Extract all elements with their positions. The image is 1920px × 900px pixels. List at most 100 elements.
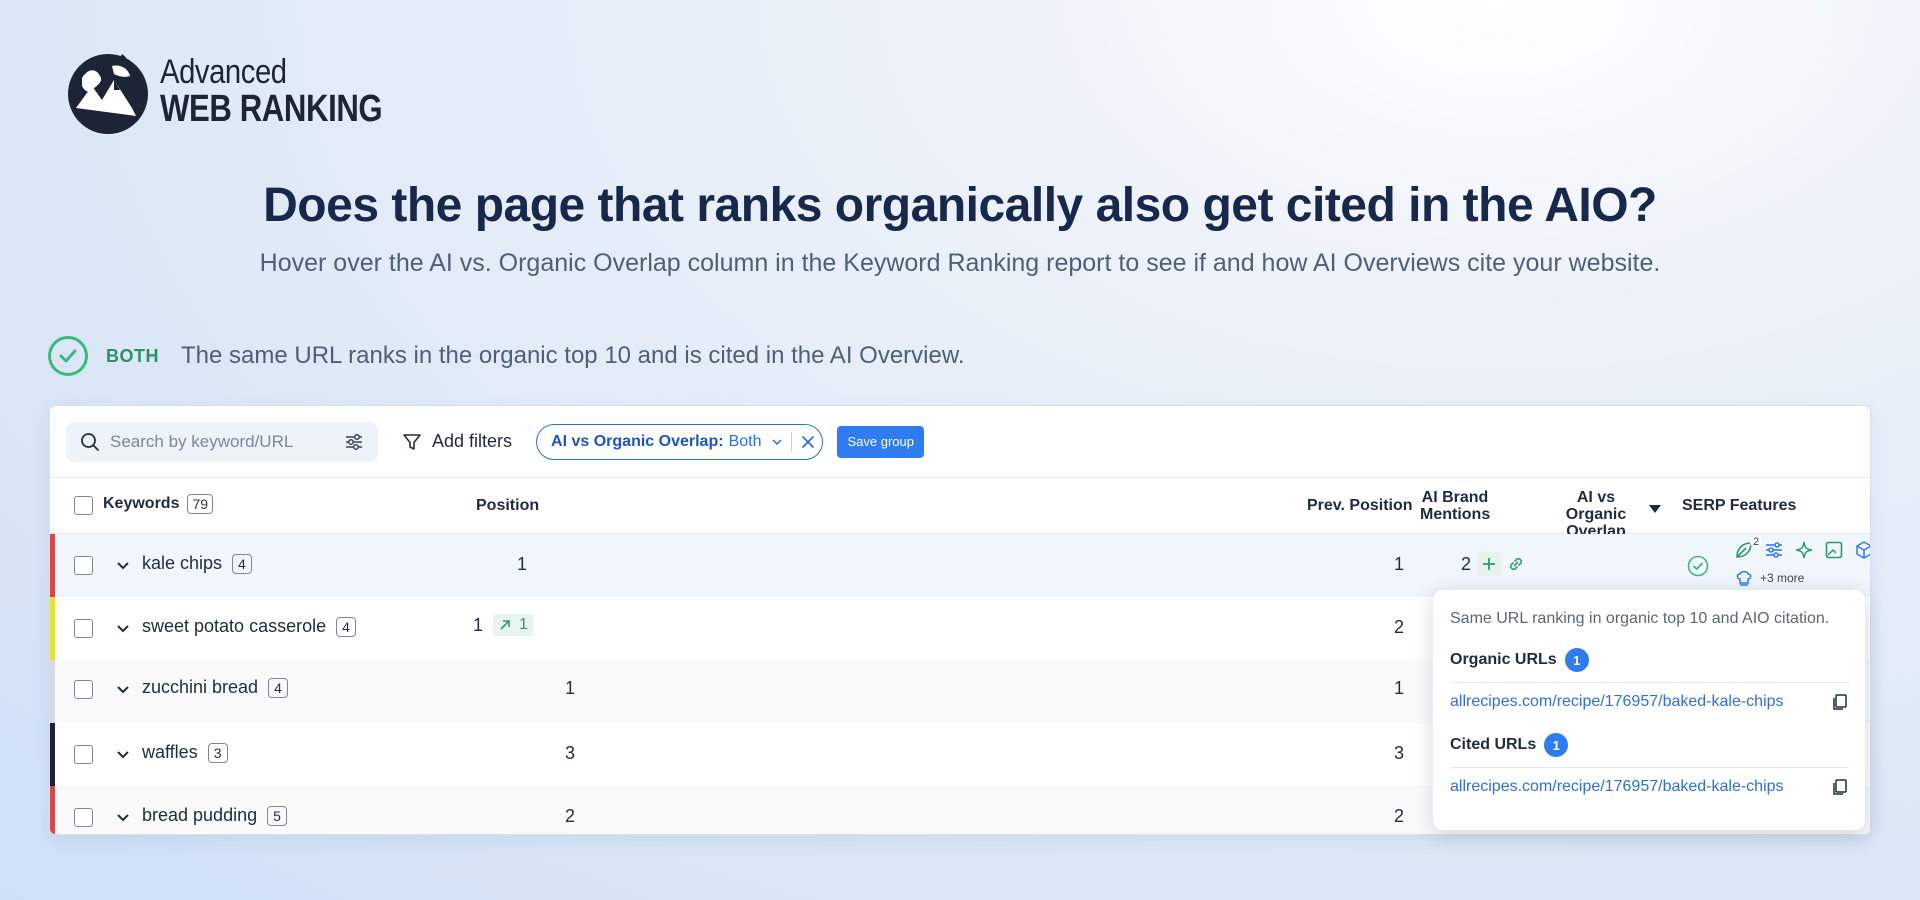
header-ai-brand-line2: Mentions <box>1420 506 1491 523</box>
check-circle-icon <box>48 336 88 376</box>
cited-urls-label: Cited URLs <box>1450 736 1537 753</box>
serp-more-label: +3 more <box>1760 571 1805 585</box>
header-keywords[interactable]: Keywords <box>103 495 179 513</box>
copy-icon[interactable] <box>1831 778 1849 796</box>
header-prev-position[interactable]: Prev. Position <box>1307 497 1413 515</box>
position-value: 1 <box>565 678 576 698</box>
keyword-cell[interactable]: waffles 3 <box>142 742 228 763</box>
row-color-stripe <box>50 786 55 834</box>
prev-position-value: 2 <box>1394 806 1405 826</box>
keyword-label: zucchini bread <box>142 677 259 697</box>
plus-icon[interactable] <box>1477 552 1502 576</box>
adjustments-icon[interactable] <box>1764 540 1784 560</box>
add-filters-label: Add filters <box>432 431 513 451</box>
chevron-down-icon[interactable] <box>771 436 783 448</box>
keyword-count-badge: 3 <box>207 742 228 763</box>
globe-logo-icon <box>68 54 148 134</box>
header-serp-features[interactable]: SERP Features <box>1682 497 1796 515</box>
position-cell: 1 1 <box>473 614 534 636</box>
header-overlap-line1: AI vs Organic <box>1565 489 1627 523</box>
row-color-stripe <box>50 597 55 660</box>
keyword-cell[interactable]: kale chips 4 <box>142 553 252 574</box>
sort-desc-icon[interactable] <box>1649 500 1661 518</box>
header-ai-vs-organic[interactable]: AI vs Organic Overlap <box>1546 489 1646 540</box>
expand-chevron-icon[interactable] <box>116 556 130 577</box>
keyword-count-badge: 4 <box>268 677 288 698</box>
search-input[interactable]: Search by keyword/URL <box>66 421 378 462</box>
expand-chevron-icon[interactable] <box>116 745 130 766</box>
row-checkbox[interactable] <box>74 745 93 764</box>
position-change-badge: 1 <box>493 614 534 636</box>
cited-url-row: allrecipes.com/recipe/176957/baked-kale-… <box>1450 767 1849 796</box>
close-icon[interactable] <box>800 434 816 450</box>
expand-chevron-icon[interactable] <box>116 808 130 829</box>
copy-icon[interactable] <box>1831 693 1849 711</box>
header-ai-brand-line1: AI Brand <box>1421 489 1489 506</box>
legend-tag: BOTH <box>106 345 159 366</box>
prev-position-value: 3 <box>1394 743 1405 763</box>
row-color-stripe <box>50 660 55 723</box>
keyword-label: waffles <box>142 742 198 762</box>
cited-urls-count: 1 <box>1544 733 1569 757</box>
row-checkbox[interactable] <box>74 680 93 699</box>
ai-brand-mentions-cell[interactable]: 2 <box>1461 552 1525 576</box>
image-pack-icon[interactable] <box>1824 540 1844 560</box>
position-value: 1 <box>517 554 528 574</box>
overlap-filter-chip[interactable]: AI vs Organic Overlap: Both <box>536 423 824 460</box>
keyword-cell[interactable]: sweet potato casserole 4 <box>142 616 356 637</box>
brand-line-1: Advanced <box>160 52 287 91</box>
toolbar: Search by keyword/URL Add filters AI vs … <box>50 406 1870 478</box>
brand-logo: Advanced WEB RANKING <box>62 46 431 136</box>
keyword-count-badge: 4 <box>336 616 356 637</box>
chef-hat-icon[interactable] <box>1734 568 1754 588</box>
table-header: Keywords 79 Position Prev. Position AI B… <box>50 478 1870 540</box>
tooltip-description: Same URL ranking in organic top 10 and A… <box>1450 610 1830 627</box>
search-icon <box>81 432 99 451</box>
sparkle-icon[interactable] <box>1794 540 1814 560</box>
organic-url-row: allrecipes.com/recipe/176957/baked-kale-… <box>1450 682 1849 711</box>
cited-urls-heading: Cited URLs 1 <box>1450 733 1849 757</box>
prev-position-value: 2 <box>1394 617 1405 637</box>
overlap-check-icon[interactable] <box>1687 555 1709 582</box>
sliders-icon[interactable] <box>344 432 364 452</box>
keyword-cell[interactable]: zucchini bread 4 <box>142 677 288 698</box>
prev-position-value: 1 <box>1394 678 1405 698</box>
keyword-cell[interactable]: bread pudding 5 <box>142 805 287 826</box>
keyword-label: bread pudding <box>142 805 258 825</box>
row-color-stripe <box>50 534 55 597</box>
position-value: 1 <box>473 614 484 635</box>
expand-chevron-icon[interactable] <box>116 680 130 701</box>
row-color-stripe <box>50 723 55 786</box>
header-position[interactable]: Position <box>476 497 539 515</box>
expand-chevron-icon[interactable] <box>116 619 130 640</box>
overlap-legend: BOTH The same URL ranks in the organic t… <box>48 336 965 376</box>
add-filters-button[interactable]: Add filters <box>402 431 512 452</box>
position-change-value: 1 <box>519 616 528 633</box>
page-title: Does the page that ranks organically als… <box>263 179 1657 232</box>
serp-more[interactable]: +3 more <box>1734 568 1804 588</box>
filter-chip-key: AI vs Organic Overlap: <box>551 432 724 450</box>
row-checkbox[interactable] <box>74 556 93 575</box>
select-all-checkbox[interactable] <box>74 496 93 515</box>
organic-urls-count: 1 <box>1564 648 1589 672</box>
position-value: 3 <box>565 743 576 763</box>
row-checkbox[interactable] <box>74 619 93 638</box>
save-group-button[interactable]: Save group <box>837 425 924 458</box>
organic-urls-heading: Organic URLs 1 <box>1450 648 1849 672</box>
brand-line-2: WEB RANKING <box>160 87 383 130</box>
row-checkbox[interactable] <box>74 808 93 827</box>
organic-url-link[interactable]: allrecipes.com/recipe/176957/baked-kale-… <box>1450 693 1784 711</box>
keyword-label: sweet potato casserole <box>142 616 327 636</box>
cube-icon[interactable] <box>1854 540 1871 560</box>
organic-urls-label: Organic URLs <box>1450 651 1557 668</box>
table-row[interactable]: kale chips 4 1 1 2 +3 more <box>50 534 1871 597</box>
search-placeholder: Search by keyword/URL <box>110 431 294 451</box>
cited-url-link[interactable]: allrecipes.com/recipe/176957/baked-kale-… <box>1450 778 1784 796</box>
header-ai-brand-mentions[interactable]: AI Brand Mentions <box>1420 489 1490 523</box>
keyword-label: kale chips <box>142 553 223 573</box>
legend-description: The same URL ranks in the organic top 10… <box>181 342 965 369</box>
link-icon[interactable] <box>1507 555 1525 573</box>
filter-icon <box>403 433 421 450</box>
keyword-count-badge: 5 <box>267 805 287 826</box>
keyword-count-badge: 4 <box>232 553 252 574</box>
